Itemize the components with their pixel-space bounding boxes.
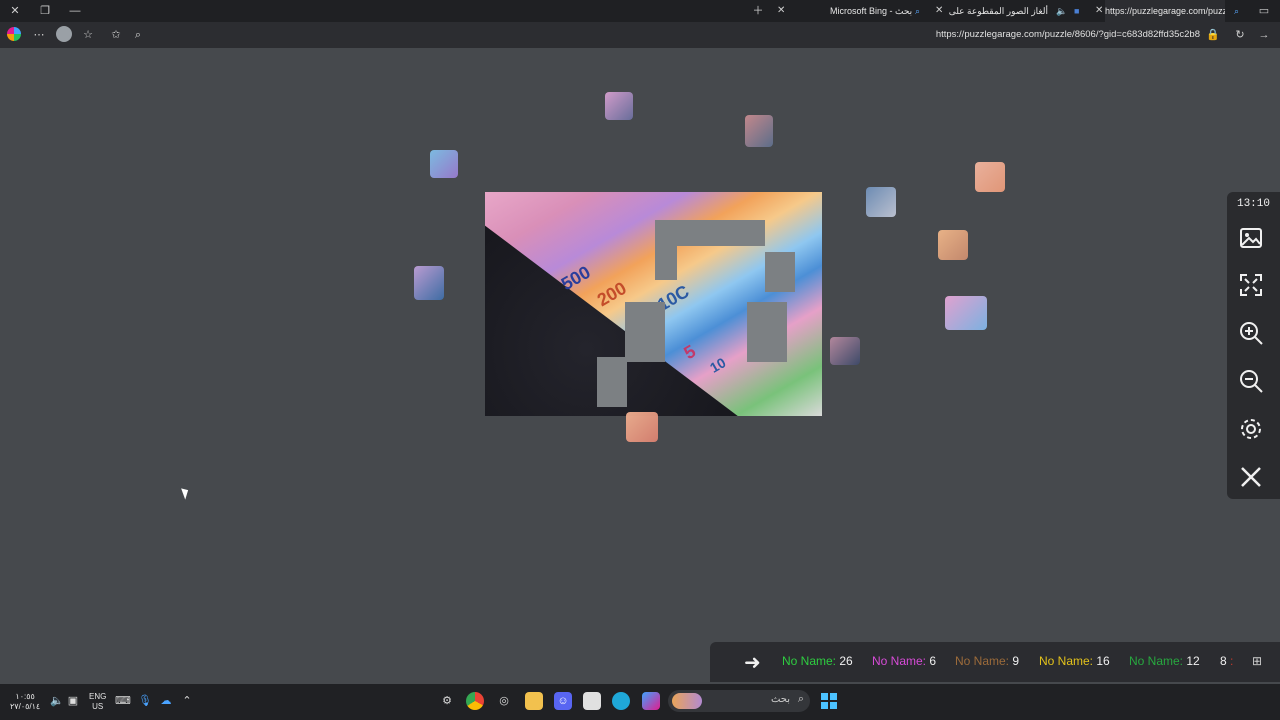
player-name: No Name: <box>955 654 1010 668</box>
puzzle-piece[interactable] <box>414 266 444 300</box>
discord-icon[interactable]: ☺ <box>554 692 572 710</box>
search-placeholder: بحث <box>770 694 790 705</box>
taskbar: ١٠:٥٥ ٢٧/٠٥/١٤ 🔈 ▣ ENG US ⌨ 🎙 ☁ ⌃ ⚙ ◎ ☺ … <box>0 684 1280 720</box>
onedrive-icon[interactable]: ☁ <box>157 692 175 710</box>
search-icon: ⌕ <box>1234 6 1240 16</box>
clock[interactable]: ١٠:٥٥ ٢٧/٠٥/١٤ <box>10 692 40 712</box>
speaker-icon[interactable]: 🔈 <box>1056 0 1067 22</box>
search-highlight-icon <box>672 693 702 709</box>
puzzle-piece[interactable] <box>745 115 773 147</box>
tab-close-icon[interactable]: ✕ <box>777 0 785 22</box>
refresh-icon[interactable]: ↻ <box>1231 26 1249 44</box>
tab-label: ألغاز الصور المقطوعة على الإ <box>948 6 1048 16</box>
search-icon[interactable]: ⌕ <box>129 26 147 44</box>
taskbar-search[interactable]: بحث ⌕ <box>668 690 810 712</box>
player-score: 26 <box>839 654 853 668</box>
player-entry: 8 : <box>1220 654 1233 668</box>
forward-icon[interactable]: → <box>1255 26 1273 44</box>
player-name: No Name: <box>782 654 837 668</box>
player-score: 6 <box>929 654 937 668</box>
minimize-icon[interactable]: — <box>66 2 84 20</box>
zoom-out-icon[interactable] <box>1238 368 1264 394</box>
profile-avatar[interactable] <box>56 26 72 42</box>
puzzle-piece[interactable] <box>605 92 633 120</box>
tab-puzzle-search[interactable]: ألغاز الصور المقطوعة على الإ <box>948 0 1048 22</box>
player-score: 8 <box>1220 654 1227 668</box>
star-icon[interactable]: ✩ <box>107 26 125 44</box>
tab-label: https://puzzlegarage.com/puzzle <box>1105 6 1225 16</box>
empty-slot <box>747 302 787 362</box>
tab-close-icon[interactable]: ✕ <box>1095 0 1103 22</box>
chevron-up-icon[interactable]: ⌃ <box>178 692 196 710</box>
bing-icon: ⌕ <box>915 6 921 16</box>
player-entry: No Name: 26 <box>782 654 853 668</box>
tab-strip: ✕ ❐ — ＋ ✕ Microsoft Bing - بحث ⌕ ✕ ألغاز… <box>0 0 1280 22</box>
steam-icon[interactable]: ⚙ <box>438 692 456 710</box>
players-scoreboard: ➜ No Name: 26 No Name: 6 No Name: 9 No N… <box>710 642 1280 682</box>
player-name: No Name: <box>1129 654 1184 668</box>
network-icon[interactable]: ▣ <box>64 692 82 710</box>
window-icon[interactable]: ▭ <box>1255 2 1273 20</box>
player-score: 12 <box>1186 654 1200 668</box>
player-score: 9 <box>1012 654 1020 668</box>
lock-icon: 🔒 <box>1206 29 1220 41</box>
puzzle-piece[interactable] <box>975 162 1005 192</box>
timer: 13:10 <box>1236 198 1270 210</box>
keyboard-icon[interactable]: ⌨ <box>114 692 132 710</box>
close-icon[interactable] <box>1238 464 1264 490</box>
grid-icon[interactable]: ⊞ <box>1252 654 1262 668</box>
more-icon[interactable]: ⋯ <box>30 26 48 44</box>
zoom-in-icon[interactable] <box>1238 320 1264 346</box>
puzzle-board[interactable]: 500 200 10C 5 10 <box>485 192 822 416</box>
address-bar[interactable]: https://puzzlegarage.com/puzzle/8606/?gi… <box>936 22 1200 48</box>
restore-icon[interactable]: ❐ <box>36 2 54 20</box>
puzzle-piece[interactable] <box>430 150 458 178</box>
puzzle-piece[interactable] <box>945 296 987 330</box>
arrow-right-icon[interactable]: ➜ <box>744 650 761 675</box>
player-name: No Name: <box>872 654 927 668</box>
file-explorer-icon[interactable] <box>525 692 543 710</box>
player-entry: No Name: 16 <box>1039 654 1110 668</box>
windows-start-icon[interactable] <box>820 692 838 710</box>
fullscreen-icon[interactable] <box>1238 272 1264 298</box>
edge-icon[interactable] <box>612 692 630 710</box>
microphone-icon[interactable]: 🎙 <box>136 692 154 710</box>
chrome-icon[interactable] <box>466 692 484 710</box>
copilot-icon[interactable] <box>7 27 21 41</box>
language-indicator[interactable]: ENG US <box>89 692 106 712</box>
player-entry: No Name: 12 <box>1129 654 1200 668</box>
image-icon[interactable] <box>1238 225 1264 251</box>
puzzle-piece[interactable] <box>938 230 968 260</box>
empty-slot <box>655 220 677 280</box>
player-name: : <box>1230 654 1234 668</box>
empty-slot <box>765 252 795 292</box>
game-control-panel: 13:10 <box>1227 192 1280 499</box>
store-icon[interactable] <box>583 692 601 710</box>
browser-toolbar: ⋯ ☆ ✩ ⌕ https://puzzlegarage.com/puzzle/… <box>0 22 1280 48</box>
puzzle-piece[interactable] <box>830 337 860 365</box>
puzzle-piece[interactable] <box>626 412 658 442</box>
player-entry: No Name: 9 <box>955 654 1019 668</box>
tab-close-icon[interactable]: ✕ <box>935 0 943 22</box>
close-icon[interactable]: ✕ <box>6 2 24 20</box>
site-icon: ■ <box>1074 6 1080 16</box>
player-entry: No Name: 6 <box>872 654 936 668</box>
app-icon[interactable]: ◎ <box>495 692 513 710</box>
new-tab-icon[interactable]: ＋ <box>749 2 767 20</box>
mouse-cursor-icon <box>181 486 191 500</box>
copilot-icon[interactable] <box>642 692 660 710</box>
favorites-icon[interactable]: ☆ <box>79 26 97 44</box>
tab-puzzlegarage[interactable]: https://puzzlegarage.com/puzzle <box>1105 0 1225 22</box>
player-score: 16 <box>1096 654 1110 668</box>
puzzle-piece[interactable] <box>866 187 896 217</box>
empty-slot <box>597 357 627 407</box>
search-icon: ⌕ <box>797 693 804 705</box>
tab-label: Microsoft Bing - بحث <box>830 6 913 16</box>
empty-slot <box>625 302 665 362</box>
settings-icon[interactable] <box>1238 416 1264 442</box>
player-name: No Name: <box>1039 654 1094 668</box>
